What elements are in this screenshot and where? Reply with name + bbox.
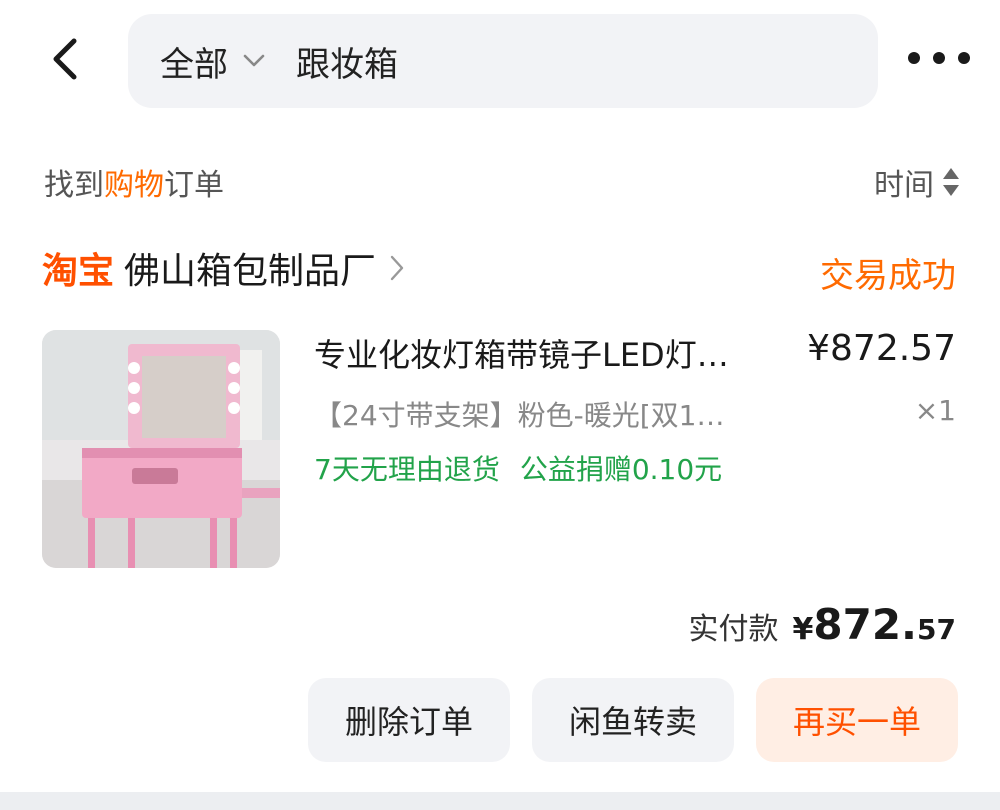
sort-updown-icon <box>942 166 960 198</box>
shop-link[interactable]: 淘宝 佛山箱包制品厂 <box>42 242 404 294</box>
ellipsis-dot <box>933 52 945 64</box>
results-prefix: 找到 <box>44 168 104 203</box>
platform-label: 淘宝 <box>42 251 115 292</box>
product-sku: 【24寸带支架】粉色-暖光[双1… <box>314 399 725 432</box>
sort-label: 时间 <box>874 168 934 203</box>
ellipsis-icon <box>908 52 920 64</box>
product-image[interactable] <box>42 330 280 568</box>
total-label: 实付款 <box>688 612 779 647</box>
search-scope-dropdown[interactable]: 全部 <box>160 37 296 86</box>
chevron-down-icon <box>242 53 266 69</box>
more-button[interactable] <box>908 40 970 76</box>
bottom-divider <box>0 792 1000 810</box>
search-scope-label: 全部 <box>160 44 228 85</box>
sort-by-time-button[interactable]: 时间 <box>874 160 960 204</box>
chevron-left-icon <box>50 37 80 85</box>
delete-order-button[interactable]: 删除订单 <box>308 678 510 762</box>
results-summary: 找到购物订单 <box>44 160 224 204</box>
search-box[interactable]: 全部 跟妆箱 <box>128 14 878 108</box>
total-currency: ¥ <box>792 612 814 647</box>
product-price: ¥872.57 <box>807 328 956 369</box>
back-button[interactable] <box>40 36 90 86</box>
top-bar: 全部 跟妆箱 <box>0 0 1000 120</box>
shop-name: 佛山箱包制品厂 <box>124 251 377 292</box>
ellipsis-dot <box>958 52 970 64</box>
resell-button[interactable]: 闲鱼转卖 <box>532 678 734 762</box>
total-integer: 872. <box>813 600 918 649</box>
rebuy-button[interactable]: 再买一单 <box>756 678 958 762</box>
total-decimal: 57 <box>917 613 956 646</box>
product-title[interactable]: 专业化妆灯箱带镜子LED灯… <box>314 330 774 376</box>
tag-charity: 公益捐赠0.10元 <box>519 453 723 486</box>
search-query-text[interactable]: 跟妆箱 <box>296 37 398 86</box>
product-quantity: ×1 <box>914 394 956 427</box>
results-suffix: 订单 <box>164 168 224 203</box>
tag-return-policy: 7天无理由退货 <box>314 453 500 486</box>
order-status: 交易成功 <box>820 256 956 296</box>
service-tags: 7天无理由退货 公益捐赠0.10元 <box>314 448 742 488</box>
total-paid: 实付款 ¥ 872. 57 <box>689 600 956 649</box>
chevron-right-icon <box>390 255 404 281</box>
results-highlight: 购物 <box>104 168 164 203</box>
